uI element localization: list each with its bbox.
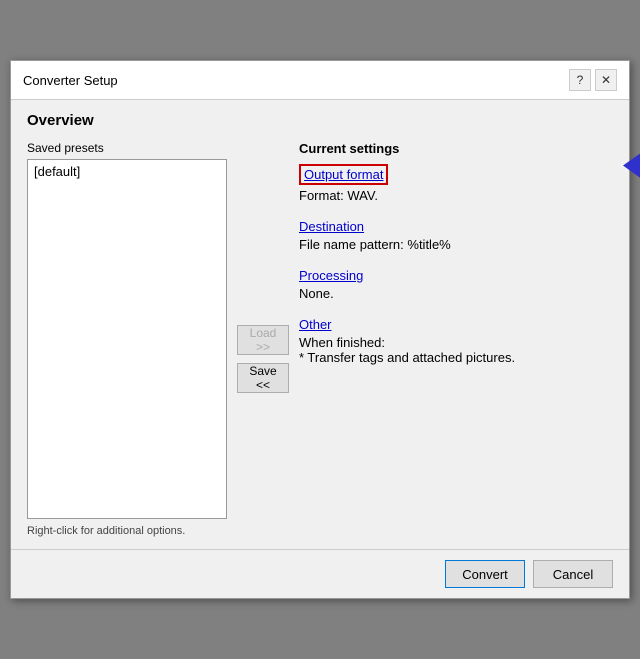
right-wrapper: Current settings Output format Format: W… bbox=[299, 141, 613, 537]
processing-value: None. bbox=[299, 286, 613, 301]
title-bar-left: Converter Setup bbox=[23, 73, 118, 88]
right-panel: Current settings Output format Format: W… bbox=[299, 141, 613, 381]
dialog-title: Converter Setup bbox=[23, 73, 118, 88]
converter-setup-dialog: Converter Setup ? ✕ Overview Saved prese… bbox=[10, 60, 630, 599]
other-section: Other When finished:* Transfer tags and … bbox=[299, 317, 613, 365]
overview-heading: Overview bbox=[27, 112, 613, 129]
title-bar: Converter Setup ? ✕ bbox=[11, 61, 629, 100]
help-button[interactable]: ? bbox=[569, 69, 591, 91]
destination-section: Destination File name pattern: %title% bbox=[299, 219, 613, 252]
output-format-section: Output format Format: WAV. bbox=[299, 164, 613, 203]
cancel-button[interactable]: Cancel bbox=[533, 560, 613, 588]
middle-buttons: Load>> Save<< bbox=[227, 141, 299, 537]
output-format-value: Format: WAV. bbox=[299, 188, 613, 203]
dialog-body: Overview Saved presets [default] Right-c… bbox=[11, 100, 629, 549]
main-content: Saved presets [default] Right-click for … bbox=[27, 141, 613, 537]
dialog-footer: Convert Cancel bbox=[11, 549, 629, 598]
close-button[interactable]: ✕ bbox=[595, 69, 617, 91]
other-value: When finished:* Transfer tags and attach… bbox=[299, 335, 613, 365]
convert-button[interactable]: Convert bbox=[445, 560, 525, 588]
blue-arrow-annotation bbox=[623, 126, 640, 206]
saved-presets-label: Saved presets bbox=[27, 141, 227, 155]
save-button[interactable]: Save<< bbox=[237, 363, 289, 393]
title-bar-right: ? ✕ bbox=[569, 69, 617, 91]
destination-value: File name pattern: %title% bbox=[299, 237, 613, 252]
current-settings-label: Current settings bbox=[299, 141, 613, 156]
presets-list[interactable]: [default] bbox=[27, 159, 227, 519]
output-format-link[interactable]: Output format bbox=[299, 164, 388, 185]
left-panel: Saved presets [default] Right-click for … bbox=[27, 141, 227, 537]
processing-section: Processing None. bbox=[299, 268, 613, 301]
load-button[interactable]: Load>> bbox=[237, 325, 289, 355]
other-link[interactable]: Other bbox=[299, 317, 332, 332]
destination-link[interactable]: Destination bbox=[299, 219, 364, 234]
preset-default[interactable]: [default] bbox=[30, 162, 224, 181]
processing-link[interactable]: Processing bbox=[299, 268, 363, 283]
right-click-hint: Right-click for additional options. bbox=[27, 525, 227, 537]
